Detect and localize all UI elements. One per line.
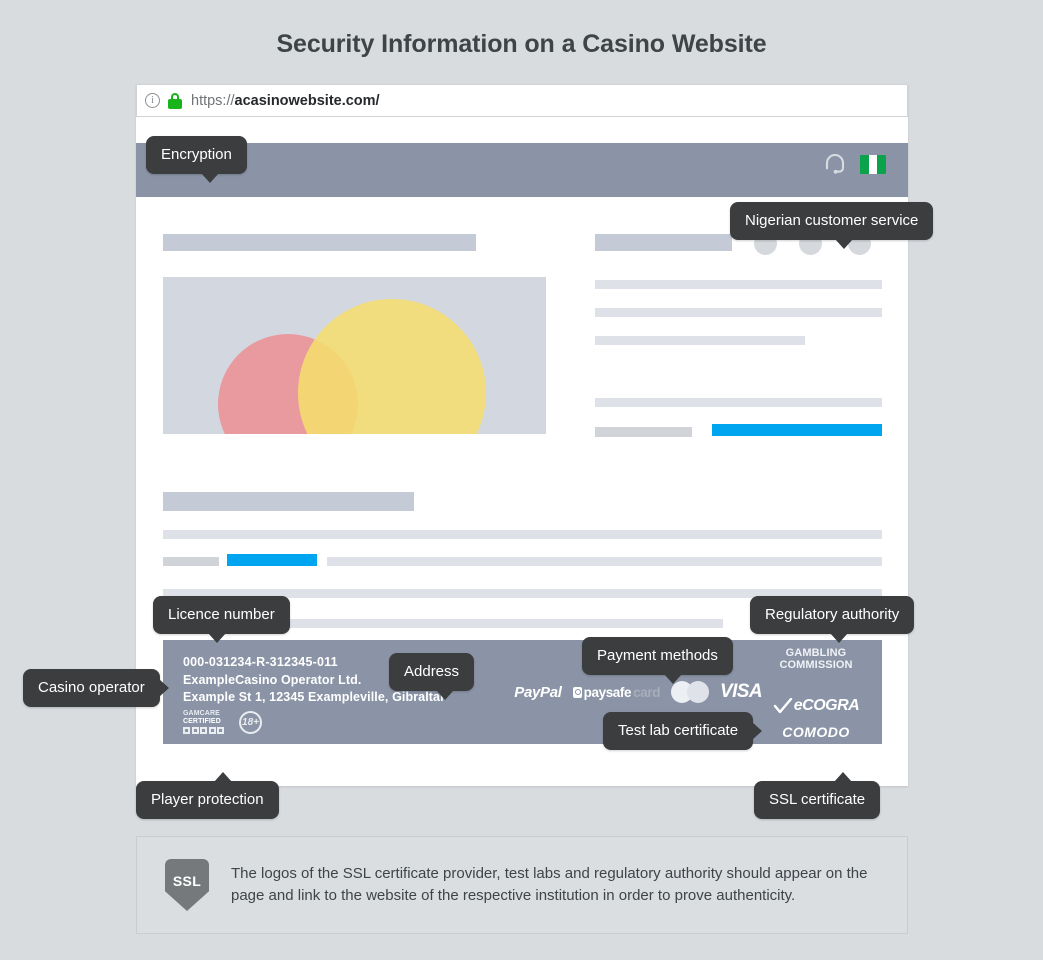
callout-customer-service[interactable]: Nigerian customer service bbox=[730, 202, 934, 249]
mastercard-logo[interactable] bbox=[671, 681, 710, 703]
callout-test-lab[interactable]: Test lab certificate bbox=[603, 712, 763, 750]
url-domain: acasinowebsite.com/ bbox=[234, 92, 380, 109]
gamcare-line2: CERTIFIED bbox=[183, 717, 221, 725]
note-box: SSL The logos of the SSL certificate pro… bbox=[136, 836, 908, 934]
info-circle-icon[interactable]: i bbox=[145, 93, 160, 108]
callout-regulatory-authority[interactable]: Regulatory authority bbox=[750, 596, 915, 643]
green-padlock-icon[interactable] bbox=[168, 92, 182, 109]
gamcare-line1: GAMCARE bbox=[183, 710, 220, 717]
accent-bar bbox=[227, 554, 317, 566]
browser-url-bar[interactable]: i https://acasinowebsite.com/ bbox=[136, 84, 908, 117]
text-line bbox=[163, 530, 882, 539]
headset-icon[interactable] bbox=[822, 151, 848, 177]
text-line bbox=[595, 308, 882, 317]
comodo-logo[interactable]: COMODO bbox=[766, 724, 866, 740]
url-text[interactable]: https://acasinowebsite.com/ bbox=[191, 93, 380, 109]
site-header-band bbox=[136, 143, 908, 197]
gambling-commission-logo[interactable]: GAMBLING COMMISSION bbox=[766, 647, 866, 671]
callout-address[interactable]: Address bbox=[389, 653, 475, 700]
header-icon-group bbox=[822, 151, 886, 177]
paysafecard-logo[interactable]: paysafe card bbox=[572, 684, 661, 700]
checkmark-icon bbox=[773, 697, 792, 713]
paysafe-label-light: card bbox=[633, 684, 661, 700]
content-heading-bar-lower bbox=[163, 492, 414, 511]
text-line bbox=[327, 557, 882, 566]
text-line bbox=[163, 557, 219, 566]
text-line bbox=[595, 336, 805, 345]
callout-player-protection[interactable]: Player protection bbox=[136, 772, 279, 819]
text-line bbox=[595, 280, 882, 289]
ssl-shield-icon: SSL bbox=[165, 859, 209, 911]
content-heading-bar-left bbox=[163, 234, 476, 251]
callout-casino-operator[interactable]: Casino operator bbox=[23, 669, 169, 707]
text-line bbox=[595, 427, 692, 437]
visa-logo[interactable]: VISA bbox=[720, 681, 763, 703]
player-protection-logos: GAMCARE CERTIFIED 18+ bbox=[183, 710, 262, 734]
paysafe-lock-icon bbox=[572, 686, 582, 698]
callout-payment-methods[interactable]: Payment methods bbox=[582, 637, 733, 684]
ecogra-logo[interactable]: eCOGRA bbox=[766, 697, 866, 715]
browser-window: i https://acasinowebsite.com/ 000-031234… bbox=[136, 84, 908, 786]
page-title: Security Information on a Casino Website bbox=[276, 30, 767, 58]
gc-line2: COMMISSION bbox=[779, 658, 853, 671]
callout-licence-number[interactable]: Licence number bbox=[153, 596, 290, 643]
age-18-plus-badge[interactable]: 18+ bbox=[239, 710, 262, 734]
url-scheme: https:// bbox=[191, 92, 235, 109]
paypal-logo[interactable]: PayPal bbox=[514, 684, 562, 701]
paysafe-label-bold: paysafe bbox=[583, 684, 632, 700]
media-placeholder bbox=[163, 277, 546, 434]
text-line bbox=[595, 398, 882, 407]
site-footer-band: 000-031234-R-312345-011 ExampleCasino Op… bbox=[163, 640, 882, 744]
callout-encryption[interactable]: Encryption bbox=[146, 136, 247, 183]
certification-logos: GAMBLING COMMISSION eCOGRA COMODO bbox=[766, 647, 866, 740]
infographic-page: Security Information on a Casino Website… bbox=[0, 0, 1043, 960]
nigeria-flag-icon[interactable] bbox=[860, 154, 886, 174]
callout-ssl-certificate[interactable]: SSL certificate bbox=[754, 772, 881, 819]
content-heading-bar-right bbox=[595, 234, 732, 251]
gc-line1: GAMBLING bbox=[785, 647, 847, 659]
accent-bar bbox=[712, 424, 882, 436]
operator-address-text: Example St 1, 12345 Exampleville, Gibral… bbox=[183, 690, 446, 704]
gamcare-certified-logo[interactable]: GAMCARE CERTIFIED bbox=[183, 710, 227, 734]
gamcare-rating-squares bbox=[183, 727, 227, 734]
yellow-circle bbox=[298, 299, 486, 434]
payment-methods-logos: PayPal paysafe card VISA bbox=[514, 681, 763, 703]
note-text: The logos of the SSL certificate provide… bbox=[231, 865, 868, 904]
ecogra-label: eCOGRA bbox=[793, 697, 860, 714]
